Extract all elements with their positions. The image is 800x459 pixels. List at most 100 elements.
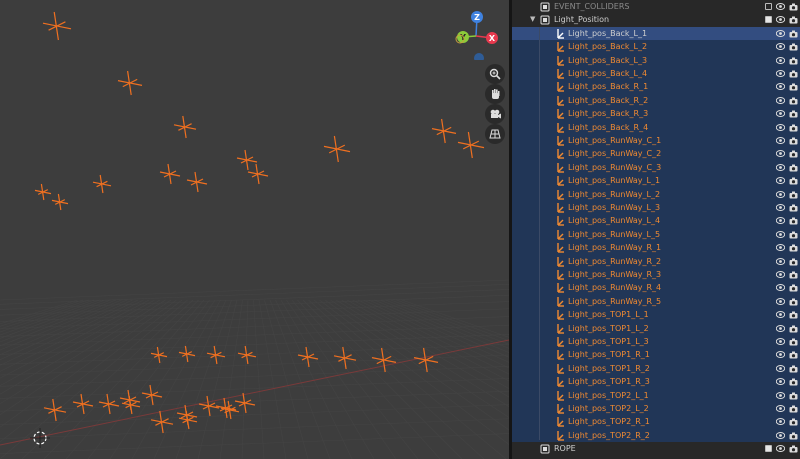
zoom-icon[interactable] — [485, 64, 505, 84]
render-camera-icon[interactable] — [789, 191, 798, 199]
eye-icon[interactable] — [776, 43, 785, 51]
empty-object[interactable] — [186, 171, 208, 193]
exclude-checkbox[interactable] — [765, 16, 772, 24]
outliner-item-light[interactable]: Light_pos_RunWay_C_1 — [512, 134, 800, 148]
render-camera-icon[interactable] — [789, 83, 798, 91]
eye-icon[interactable] — [776, 3, 785, 10]
empty-object[interactable] — [297, 346, 319, 368]
empty-object[interactable] — [51, 193, 69, 211]
render-camera-icon[interactable] — [789, 351, 798, 359]
outliner-item-light[interactable]: Light_pos_Back_L_1 — [512, 26, 800, 41]
render-camera-icon[interactable] — [789, 110, 798, 118]
outliner-item-light[interactable]: Light_pos_RunWay_L_1 — [512, 174, 800, 188]
navigation-gizmo[interactable]: Z X Y — [448, 8, 504, 60]
outliner-item-light[interactable]: Light_pos_RunWay_R_3 — [512, 268, 800, 282]
empty-object[interactable] — [98, 393, 120, 415]
outliner-item-light[interactable]: Light_pos_RunWay_C_3 — [512, 160, 800, 175]
neg-z-axis-handle[interactable] — [474, 53, 484, 60]
empty-object[interactable] — [150, 346, 168, 364]
outliner-item-light[interactable]: Light_pos_Back_R_2 — [512, 93, 800, 108]
render-camera-icon[interactable] — [789, 405, 798, 413]
eye-icon[interactable] — [776, 110, 785, 118]
eye-icon[interactable] — [776, 163, 785, 171]
eye-icon[interactable] — [776, 217, 785, 225]
render-camera-icon[interactable] — [789, 16, 798, 24]
outliner-item-light[interactable]: Light_pos_TOP1_R_2 — [512, 361, 800, 376]
empty-object[interactable] — [43, 398, 67, 422]
render-camera-icon[interactable] — [789, 244, 798, 252]
empty-object[interactable] — [220, 400, 240, 420]
eye-icon[interactable] — [776, 324, 785, 332]
empty-object[interactable] — [72, 393, 94, 415]
eye-icon[interactable] — [776, 190, 785, 198]
render-camera-icon[interactable] — [789, 137, 798, 145]
exclude-checkbox[interactable] — [765, 445, 772, 453]
render-camera-icon[interactable] — [789, 177, 798, 185]
eye-icon[interactable] — [776, 123, 785, 131]
render-camera-icon[interactable] — [789, 378, 798, 386]
eye-icon[interactable] — [776, 29, 785, 37]
outliner-item-rope[interactable]: ROPE — [512, 442, 800, 455]
eye-icon[interactable] — [776, 431, 785, 439]
outliner-item-event-colliders[interactable]: EVENT_COLLIDERS — [512, 0, 800, 13]
3d-viewport[interactable]: Z X Y — [0, 0, 509, 459]
outliner-item-light[interactable]: Light_pos_RunWay_R_4 — [512, 281, 800, 295]
outliner-item-light-position[interactable]: ▼ Light_Position — [512, 13, 800, 26]
eye-icon[interactable] — [776, 351, 785, 359]
empty-object[interactable] — [92, 174, 112, 194]
eye-icon[interactable] — [776, 297, 785, 305]
outliner-item-light[interactable]: Light_pos_RunWay_R_5 — [512, 294, 800, 309]
empty-object[interactable] — [150, 410, 174, 434]
render-camera-icon[interactable] — [789, 70, 798, 78]
render-camera-icon[interactable] — [789, 338, 798, 346]
render-camera-icon[interactable] — [789, 445, 798, 453]
eye-icon[interactable] — [776, 16, 785, 24]
empty-object[interactable] — [34, 183, 52, 201]
empty-object[interactable] — [173, 115, 197, 139]
render-camera-icon[interactable] — [789, 217, 798, 225]
empty-object[interactable] — [206, 345, 226, 365]
exclude-checkbox[interactable] — [765, 3, 772, 10]
render-camera-icon[interactable] — [789, 124, 798, 132]
camera-view-icon[interactable] — [485, 104, 505, 124]
render-camera-icon[interactable] — [789, 57, 798, 65]
render-camera-icon[interactable] — [789, 392, 798, 400]
outliner-item-light[interactable]: Light_pos_RunWay_R_1 — [512, 241, 800, 255]
eye-icon[interactable] — [776, 405, 785, 412]
eye-icon[interactable] — [776, 364, 785, 372]
outliner-item-light[interactable]: Light_pos_RunWay_L_4 — [512, 214, 800, 228]
eye-icon[interactable] — [776, 70, 785, 77]
outliner-item-light[interactable]: Light_pos_TOP1_R_1 — [512, 348, 800, 362]
outliner-item-light[interactable]: Light_pos_TOP2_R_2 — [512, 428, 800, 443]
empty-object[interactable] — [159, 163, 181, 185]
eye-icon[interactable] — [776, 271, 785, 278]
empty-object[interactable] — [236, 149, 258, 171]
eye-icon[interactable] — [776, 56, 785, 64]
render-camera-icon[interactable] — [789, 258, 798, 266]
empty-object[interactable] — [117, 70, 143, 96]
render-camera-icon[interactable] — [789, 164, 798, 172]
render-camera-icon[interactable] — [789, 97, 798, 105]
outliner-item-light[interactable]: Light_pos_RunWay_L_5 — [512, 227, 800, 242]
outliner-item-light[interactable]: Light_pos_RunWay_L_2 — [512, 187, 800, 201]
eye-icon[interactable] — [776, 338, 785, 345]
eye-icon[interactable] — [776, 150, 785, 158]
outliner-item-light[interactable]: Light_pos_RunWay_C_2 — [512, 147, 800, 161]
outliner-item-light[interactable]: Light_pos_Back_R_1 — [512, 80, 800, 94]
outliner-item-light[interactable]: Light_pos_Back_R_4 — [512, 120, 800, 134]
expand-arrow-icon[interactable]: ▼ — [530, 13, 535, 26]
eye-icon[interactable] — [776, 83, 785, 91]
render-camera-icon[interactable] — [789, 298, 798, 306]
render-camera-icon[interactable] — [789, 311, 798, 319]
empty-object[interactable] — [42, 11, 72, 41]
eye-icon[interactable] — [776, 284, 785, 292]
render-camera-icon[interactable] — [789, 43, 798, 51]
render-camera-icon[interactable] — [789, 271, 798, 279]
outliner-item-light[interactable]: Light_pos_RunWay_L_3 — [512, 201, 800, 215]
render-camera-icon[interactable] — [789, 418, 798, 426]
eye-icon[interactable] — [776, 418, 785, 426]
eye-icon[interactable] — [776, 177, 785, 185]
outliner-item-light[interactable]: Light_pos_TOP2_R_1 — [512, 415, 800, 429]
render-camera-icon[interactable] — [789, 150, 798, 158]
render-camera-icon[interactable] — [789, 284, 798, 292]
